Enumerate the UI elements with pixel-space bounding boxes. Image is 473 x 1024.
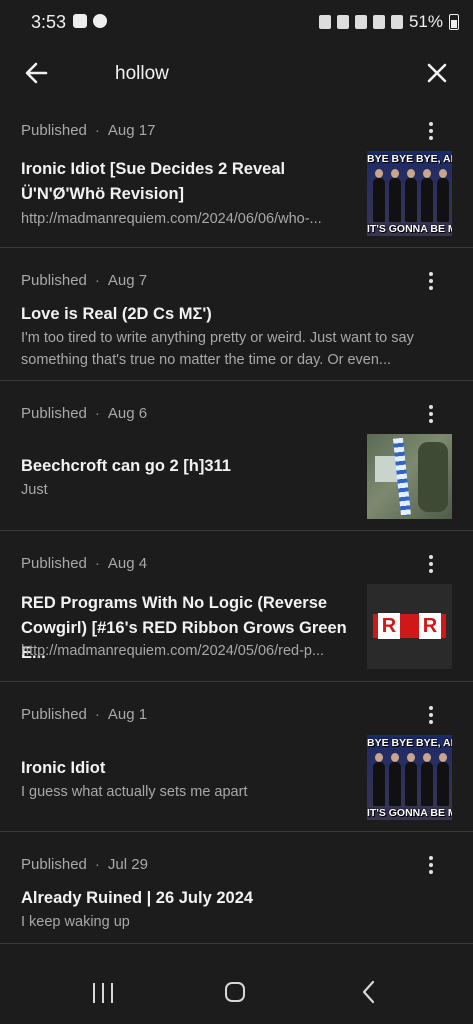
post-title: Beechcroft can go 2 [h]311 [21,457,231,475]
post-excerpt: I'm too tired to write anything pretty o… [21,330,414,368]
meta-separator: · [94,555,100,572]
post-status: Published [21,706,87,723]
post-item[interactable]: Published · Jul 29 Already Ruined | 26 Jul… [0,832,473,944]
clear-search-button[interactable] [422,58,452,88]
post-title: Ironic Idiot [Sue Decides 2 Reveal Ü'N'Ø… [21,160,286,203]
system-nav-bar [0,955,473,1024]
post-status: Published [21,405,87,422]
thumbnail-caption-bottom: IT'S GONNA BE MAY [367,223,452,235]
search-header [0,46,473,106]
post-thumbnail: BYE BYE BYE, APRIL IT'S GONNA BE MAY [367,735,452,820]
battery-icon [449,14,459,30]
thumbnail-caption-top: BYE BYE BYE, APRIL [367,153,452,165]
post-meta: Published · Aug 1 [21,706,147,723]
wifi-icon [372,15,385,29]
thumbnail-caption-bottom: IT'S GONNA BE MAY [367,807,452,819]
recents-button[interactable] [92,983,114,1003]
gallery-icon [73,14,87,28]
post-date: Aug 1 [107,706,148,723]
thumbnail-caption-top: BYE BYE BYE, APRIL [367,737,452,749]
system-status: 51% [318,12,459,32]
more-options-button[interactable] [420,551,442,577]
mute-icon [354,15,367,29]
status-bar: 3:53 51% [0,0,473,46]
meta-separator: · [94,856,100,873]
thumbnail-letter: R [419,613,441,639]
more-options-button[interactable] [420,268,442,294]
post-date: Jul 29 [107,856,148,873]
post-item[interactable]: Published · Aug 4 RED Programs With No Log… [0,531,473,682]
post-status: Published [21,272,87,289]
post-meta: Published · Aug 6 [21,405,147,422]
more-options-button[interactable] [420,118,442,144]
post-excerpt: http://madmanrequiem.com/2024/05/06/red-… [21,643,325,659]
bluetooth-icon [336,15,349,29]
post-thumbnail: BYE BYE BYE, APRIL IT'S GONNA BE MAY [367,151,452,236]
thumbnail-letter: R [378,613,400,639]
post-title: Love is Real (2D Cs MΣ') [21,305,212,323]
search-input[interactable] [115,60,395,88]
post-date: Aug 7 [107,272,148,289]
post-thumbnail: R R [367,584,452,669]
post-status: Published [21,122,87,139]
meta-separator: · [94,405,100,422]
back-button[interactable] [22,58,52,88]
home-button[interactable] [225,982,245,1002]
nav-back-button[interactable] [358,980,380,1004]
status-time: 3:53 [31,12,67,32]
post-meta: Published · Aug 17 [21,122,155,139]
arrow-left-icon [25,62,48,84]
post-status: Published [21,856,87,873]
post-item[interactable]: Published · Aug 17 Ironic Idiot [Sue Decid… [0,106,473,248]
post-excerpt: I guess what actually sets me apart [21,784,248,800]
search-results-list: Published · Aug 17 Ironic Idiot [Sue Decid… [0,106,473,944]
post-excerpt: http://madmanrequiem.com/2024/06/06/who-… [21,211,322,227]
post-thumbnail [367,434,452,519]
post-excerpt: I keep waking up [21,914,130,930]
post-date: Aug 17 [107,122,156,139]
more-options-button[interactable] [420,852,442,878]
post-meta: Published · Aug 7 [21,272,147,289]
post-meta: Published · Aug 4 [21,555,147,572]
post-item[interactable]: Published · Aug 6 Beechcroft can go 2 [h]3… [0,381,473,531]
post-date: Aug 6 [107,405,148,422]
post-meta: Published · Jul 29 [21,856,148,873]
meta-separator: · [94,706,100,723]
app-notification-icon [93,14,107,28]
post-excerpt: Just [21,482,48,498]
post-status: Published [21,555,87,572]
nfc-icon [318,15,331,29]
signal-icon [390,15,403,29]
close-icon [427,63,447,83]
notification-icons [73,14,107,28]
battery-percent: 51% [408,12,443,31]
more-options-button[interactable] [420,702,442,728]
post-title: Ironic Idiot [21,759,106,777]
meta-separator: · [94,272,100,289]
meta-separator: · [94,122,100,139]
chevron-left-icon [362,980,375,1004]
more-options-button[interactable] [420,401,442,427]
post-item[interactable]: Published · Aug 7 Love is Real (2D Cs MΣ')… [0,248,473,381]
post-date: Aug 4 [107,555,148,572]
post-item[interactable]: Published · Aug 1 Ironic Idiot I guess wha… [0,682,473,832]
post-title: Already Ruined | 26 July 2024 [21,889,254,907]
